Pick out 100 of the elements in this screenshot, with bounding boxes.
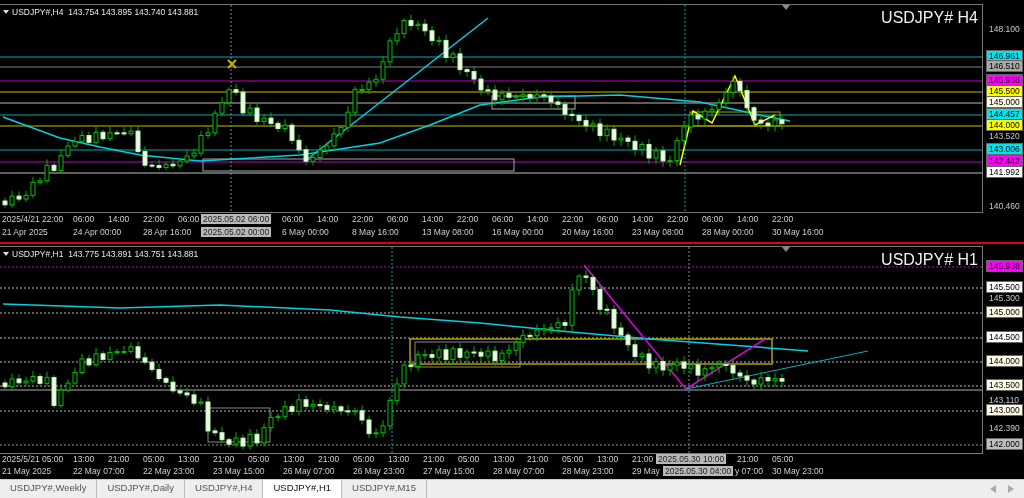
time-tick-label: 14:00 — [632, 214, 654, 224]
time-tick-label: 22 May 07:00 — [73, 466, 125, 476]
price-tag: 145.000 — [986, 96, 1023, 108]
chart-title: USDJPY# H4 — [881, 9, 978, 27]
chart-tab[interactable]: USDJPY#,Daily — [97, 480, 185, 498]
time-tick-label: 28 May 07:00 — [493, 466, 545, 476]
price-tick-label: 143.520 — [988, 130, 1021, 142]
time-tick-label: 21:00 — [632, 454, 654, 464]
time-tick-label: 22:00 — [143, 214, 165, 224]
time-tick-label: 05:00 — [772, 454, 794, 464]
time-tick-label: 29 May — [632, 466, 660, 476]
time-tick-label: 28 Apr 16:00 — [143, 227, 192, 237]
chart-info-text: USDJPY#,H1 143.775 143.891 143.751 143.881 — [12, 249, 199, 259]
time-tick-label: 26 May 07:00 — [283, 466, 335, 476]
chart-tab[interactable]: USDJPY#,M15 — [342, 480, 427, 498]
cursor-time-tag: 2025.05.30 04:00 — [663, 466, 734, 476]
time-tick-label: 23 May 08:00 — [632, 227, 684, 237]
time-tick-label: 06:00 — [178, 214, 200, 224]
price-tag: 144.000 — [986, 355, 1023, 367]
time-tick-label: 8 May 16:00 — [352, 227, 399, 237]
price-tick-label: 148.100 — [988, 23, 1021, 35]
time-tick-label: 30 May 23:00 — [772, 466, 824, 476]
time-tick-label: 06:00 — [492, 214, 514, 224]
time-tick-label: 13:00 — [597, 454, 619, 464]
price-tag: 145.000 — [986, 306, 1023, 318]
time-tick-label: 13:00 — [73, 454, 95, 464]
price-tick-label: 142.390 — [988, 422, 1021, 434]
price-tick-label: 143.110 — [988, 394, 1021, 406]
price-tag: 144.000 — [986, 119, 1023, 131]
time-tick-label: 13 May 08:00 — [422, 227, 474, 237]
price-tag: 145.938 — [986, 260, 1023, 272]
time-tick-label: 13:00 — [388, 454, 410, 464]
price-tag: 143.006 — [986, 143, 1023, 155]
time-tick-label: 23 May 15:00 — [213, 466, 265, 476]
time-tick-label: 21:00 — [423, 454, 445, 464]
time-tick-label: 21:00 — [213, 454, 235, 464]
time-tick-label: y 07:00 — [735, 466, 763, 476]
time-tick-label: 05:00 — [458, 454, 480, 464]
time-tick-label: 06:00 — [282, 214, 304, 224]
cursor-time-tag: 2025.05.30 10:00 — [656, 454, 727, 464]
time-tick-label: 30 May 16:00 — [772, 227, 824, 237]
time-tick-label: 14:00 — [422, 214, 444, 224]
price-tick-label: 145.300 — [988, 292, 1021, 304]
time-tick-label: 27 May 15:00 — [423, 466, 475, 476]
time-tick-label: 22:00 — [772, 214, 794, 224]
price-tag: 142.442 — [986, 155, 1023, 167]
time-tick-label: 06:00 — [702, 214, 724, 224]
price-tag: 144.457 — [986, 108, 1023, 120]
price-tag: 145.500 — [986, 281, 1023, 293]
time-tick-label: 06:00 — [597, 214, 619, 224]
time-tick-label: 21 May 2025 — [2, 466, 52, 476]
price-tag: 145.500 — [986, 85, 1023, 97]
time-tick-label: 24 Apr 00:00 — [73, 227, 122, 237]
time-tick-label: 22:00 — [42, 214, 64, 224]
time-tick-label: 06:00 — [73, 214, 95, 224]
price-tag: 143.500 — [986, 379, 1023, 391]
price-tag: 145.938 — [986, 74, 1023, 86]
time-tick-label: 16 May 00:00 — [492, 227, 544, 237]
time-tick-label: 13:00 — [178, 454, 200, 464]
time-tick-label: 2025/4/21 — [2, 214, 40, 224]
chart-info-text: USDJPY#,H4 143.754 143.895 143.740 143.881 — [12, 7, 199, 17]
price-tag: 146.510 — [986, 60, 1023, 72]
cursor-time-tag: 2025.05.02 00:00 — [201, 227, 272, 237]
time-tick-label: 21:00 — [527, 454, 549, 464]
chart-title: USDJPY# H1 — [881, 251, 978, 269]
time-tick-label: 21 Apr 2025 — [2, 227, 48, 237]
time-tick-label: 14:00 — [317, 214, 339, 224]
price-tag: 141.992 — [986, 166, 1023, 178]
time-tick-label: 05:00 — [248, 454, 270, 464]
time-tick-label: 28 May 00:00 — [702, 227, 754, 237]
time-tick-label: 14:00 — [527, 214, 549, 224]
time-tick-label: 21:00 — [318, 454, 340, 464]
time-tick-label: 22:00 — [352, 214, 374, 224]
chart-tab[interactable]: USDJPY#,H1 — [263, 480, 343, 498]
time-tick-label: 13:00 — [283, 454, 305, 464]
time-tick-label: 6 May 00:00 — [282, 227, 329, 237]
time-tick-label: 05:00 — [143, 454, 165, 464]
time-tick-label: 05:00 — [353, 454, 375, 464]
price-tag: 142.000 — [986, 438, 1023, 450]
time-tick-label: 2025/5/21 — [2, 454, 40, 464]
time-tick-label: 22:00 — [667, 214, 689, 224]
time-tick-label: 20 May 16:00 — [562, 227, 614, 237]
price-tag: 144.500 — [986, 331, 1023, 343]
time-tick-label: 22:00 — [457, 214, 479, 224]
time-tick-label: 28 May 23:00 — [562, 466, 614, 476]
time-tick-label: 14:00 — [737, 214, 759, 224]
time-tick-label: 21:00 — [737, 454, 759, 464]
price-tag: 143.000 — [986, 404, 1023, 416]
time-tick-label: 05:00 — [562, 454, 584, 464]
chart-tab[interactable]: USDJPY#,Weekly — [0, 480, 98, 498]
time-tick-label: 21:00 — [108, 454, 130, 464]
price-tick-label: 140.460 — [988, 200, 1021, 212]
time-tick-label: 13:00 — [493, 454, 515, 464]
cursor-time-tag: 2025.05.02 06:00 — [201, 214, 272, 224]
time-tick-label: 22 May 23:00 — [143, 466, 195, 476]
time-tick-label: 14:00 — [108, 214, 130, 224]
time-tick-label: 06:00 — [387, 214, 409, 224]
time-tick-label: 22:00 — [562, 214, 584, 224]
time-tick-label: 26 May 23:00 — [353, 466, 405, 476]
time-tick-label: 05:00 — [42, 454, 64, 464]
